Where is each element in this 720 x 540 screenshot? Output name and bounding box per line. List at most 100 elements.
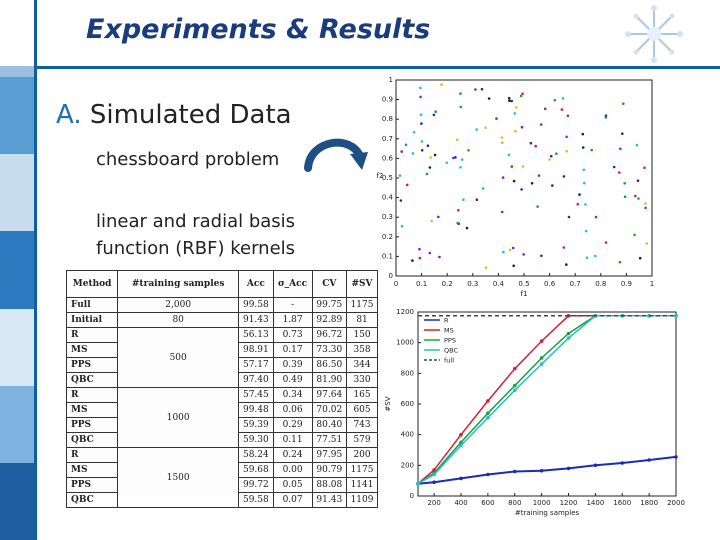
scatter-point — [510, 165, 514, 168]
y-tick-label: 1000 — [396, 339, 414, 347]
cell-cv: 92.89 — [311, 312, 348, 328]
scatter-point — [460, 158, 464, 161]
scatter-point — [590, 148, 593, 152]
scatter-x-tick-label: 0.4 — [493, 280, 505, 288]
scatter-y-tick-label: 0.2 — [382, 233, 393, 241]
x-tick-label: 600 — [481, 499, 494, 507]
scatter-plot-area — [395, 79, 653, 277]
scatter-y-tick-label: 0.8 — [382, 115, 393, 123]
scatter-point — [553, 98, 557, 102]
cell-sd: 0.17 — [272, 342, 313, 358]
data-point — [486, 416, 490, 420]
vertical-divider — [34, 0, 37, 540]
scatter-point — [430, 219, 433, 223]
cell-samples: 2,000 — [117, 297, 240, 313]
cell-method: MS — [65, 462, 119, 478]
x-tick-label: 1600 — [613, 499, 631, 507]
scatter-point — [511, 246, 515, 250]
chessboard-scatter-plot: 0 0.1 0.2 0.3 0.4 0.5 0.6 0.7 0.8 0.9 1 0 0.1 0.2 0.3 0… — [377, 76, 655, 298]
accent-block — [0, 231, 34, 309]
scatter-point — [459, 105, 463, 109]
legend-label: R — [444, 317, 449, 325]
scatter-point — [582, 168, 586, 172]
y-tick-label: 600 — [401, 400, 414, 408]
data-point — [513, 469, 517, 474]
data-point — [539, 339, 544, 343]
scatter-point — [455, 138, 459, 141]
scatter-point — [438, 255, 441, 259]
data-point — [539, 468, 544, 473]
scatter-point — [576, 202, 580, 206]
cell-sd: 0.34 — [272, 387, 313, 403]
scatter-point — [638, 256, 642, 260]
scatter-point — [604, 241, 608, 244]
header-sigma-acc: σ_Acc — [272, 270, 313, 298]
accent-block — [0, 385, 34, 463]
scatter-point — [536, 205, 539, 208]
scatter-point — [459, 92, 462, 95]
scatter-point — [622, 102, 625, 105]
scatter-point — [515, 106, 518, 109]
kernels-line-1: linear and radial basis — [96, 211, 296, 232]
scatter-point — [618, 260, 622, 264]
scatter-point — [621, 132, 624, 135]
data-point — [539, 362, 544, 366]
scatter-x-tick-label: 0.8 — [595, 280, 606, 288]
scatter-point — [400, 150, 403, 153]
scatter-point — [567, 215, 571, 219]
cell-sd: - — [272, 297, 313, 313]
cell-method: PPS — [65, 417, 119, 433]
data-point — [513, 366, 517, 371]
scatter-point — [429, 156, 432, 159]
cell-sd: 0.73 — [272, 327, 313, 343]
cell-sd: 0.07 — [272, 492, 313, 508]
x-tick-label: 200 — [427, 499, 440, 507]
cell-acc: 56.13 — [238, 327, 274, 343]
data-point — [432, 472, 436, 477]
cell-method: QBC — [65, 432, 119, 448]
scatter-point — [507, 96, 511, 100]
y-axis-label: #SV — [384, 396, 392, 411]
cell-acc: 98.91 — [238, 342, 274, 358]
cell-cv: 73.30 — [311, 342, 348, 358]
scatter-x-tick-label: 0.2 — [442, 280, 453, 288]
data-point — [486, 411, 490, 415]
cell-sd: 0.06 — [272, 402, 313, 418]
scatter-point — [529, 141, 533, 145]
scatter-point — [548, 158, 551, 161]
cell-method: MS — [65, 342, 119, 358]
scatter-point — [487, 97, 491, 100]
cell-sd: 1.87 — [272, 312, 313, 328]
subtitle-chessboard: chessboard problem — [96, 149, 280, 170]
scatter-point — [465, 226, 469, 230]
scatter-point — [399, 199, 403, 202]
scatter-point — [565, 135, 568, 139]
scatter-point — [418, 247, 421, 251]
scatter-point — [522, 253, 525, 256]
scatter-point — [565, 149, 568, 153]
table-row: R 1500 58.24 0.24 97.95 200 — [65, 447, 378, 508]
scatter-point — [633, 233, 636, 237]
scatter-y-tick-label: 0.4 — [382, 194, 394, 202]
scatter-point — [456, 221, 459, 225]
section-title: Simulated Data — [89, 100, 292, 130]
scatter-point — [400, 224, 404, 228]
scatter-point — [534, 144, 537, 148]
cell-cv: 97.95 — [311, 447, 348, 463]
scatter-point — [604, 116, 608, 119]
subtitle-kernels: linear and radial basis function (RBF) ke… — [96, 208, 295, 262]
support-vector-line-chart: 200 400 600 800 1000 1200 1400 1600 1800 2000 0 200… — [384, 308, 685, 517]
data-point — [566, 336, 571, 340]
scatter-point — [584, 203, 587, 206]
y-tick-label: 800 — [401, 369, 414, 377]
scatter-point — [398, 174, 402, 177]
scatter-point — [594, 215, 598, 219]
y-tick-label: 1200 — [396, 308, 414, 316]
scatter-point — [428, 251, 432, 255]
cell-acc: 58.24 — [238, 447, 274, 463]
data-point — [459, 476, 463, 481]
cell-sd: 0.11 — [272, 432, 313, 448]
scatter-point — [619, 147, 622, 151]
scatter-point — [578, 193, 581, 196]
scatter-point — [495, 117, 498, 120]
